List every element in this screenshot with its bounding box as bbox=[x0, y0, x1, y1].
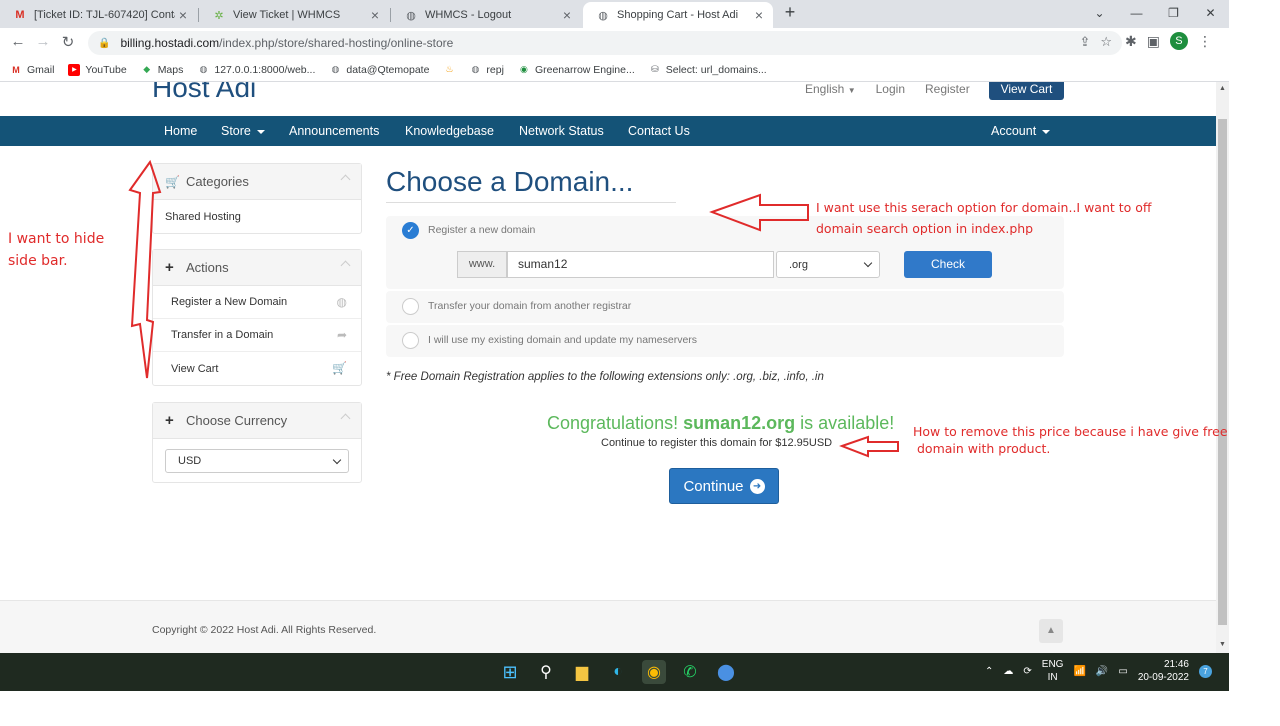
clock-date: 20-09-2022 bbox=[1137, 672, 1189, 683]
windows-start-icon[interactable]: ⊞ bbox=[498, 660, 522, 684]
search-arrow bbox=[709, 193, 809, 232]
annotation-search-option: I want use this serach option for domain… bbox=[816, 200, 1152, 215]
annotation-remove-price-2: domain with product. bbox=[917, 441, 1051, 456]
edge-icon[interactable]: ◐ bbox=[606, 660, 630, 684]
screen: M [Ticket ID: TJL-607420] Contact F… × ✲… bbox=[0, 0, 1280, 726]
cloud-icon: ☁ bbox=[1003, 665, 1014, 677]
notification-badge[interactable]: 7 bbox=[1198, 664, 1212, 678]
battery-icon[interactable]: ▭ bbox=[1118, 666, 1127, 677]
clock[interactable]: 21:46 20-09-2022 bbox=[1138, 658, 1189, 684]
clock-time: 21:46 bbox=[1163, 659, 1189, 670]
search-icon[interactable]: ⚲ bbox=[534, 660, 558, 684]
price-arrow bbox=[839, 435, 899, 458]
sidebar-arrow bbox=[128, 159, 162, 379]
lang-code: ENG bbox=[1041, 659, 1064, 670]
chevron-up-icon[interactable]: ⌃ bbox=[985, 666, 993, 677]
system-tray: ⌃ ☁ ⟳ ENG IN 📶 🔊 ▭ 21:46 20-09-2022 7 bbox=[985, 658, 1212, 684]
annotation-search-option-2: domain search option in index.php bbox=[816, 221, 1034, 235]
annotation-arrows bbox=[128, 159, 899, 458]
chrome-icon[interactable]: ◉ bbox=[642, 660, 666, 684]
file-explorer-icon[interactable]: ▆ bbox=[570, 660, 594, 684]
annotation-hide-sidebar: I want to hide bbox=[8, 231, 105, 247]
language-indicator[interactable]: ENG IN bbox=[1042, 658, 1064, 684]
annotation-remove-price: How to remove this price because i have … bbox=[913, 424, 1228, 439]
sync-icon: ⟳ bbox=[1023, 665, 1032, 677]
os-taskbar: ⊞ ⚲ ▆ ◐ ◉ ✆ ⬤ ⌃ ☁ ⟳ ENG IN 📶 🔊 ▭ 21:46 2… bbox=[0, 653, 1229, 691]
lang-region: IN bbox=[1047, 672, 1058, 683]
annotation-hide-sidebar-2: side bar. bbox=[8, 253, 68, 269]
volume-icon[interactable]: 🔊 bbox=[1096, 666, 1108, 677]
taskbar-apps: ⊞ ⚲ ▆ ◐ ◉ ✆ ⬤ bbox=[498, 660, 738, 684]
maps-pin-icon[interactable]: ⬤ bbox=[714, 660, 738, 684]
whatsapp-icon[interactable]: ✆ bbox=[678, 660, 702, 684]
wifi-icon[interactable]: 📶 bbox=[1073, 666, 1085, 677]
